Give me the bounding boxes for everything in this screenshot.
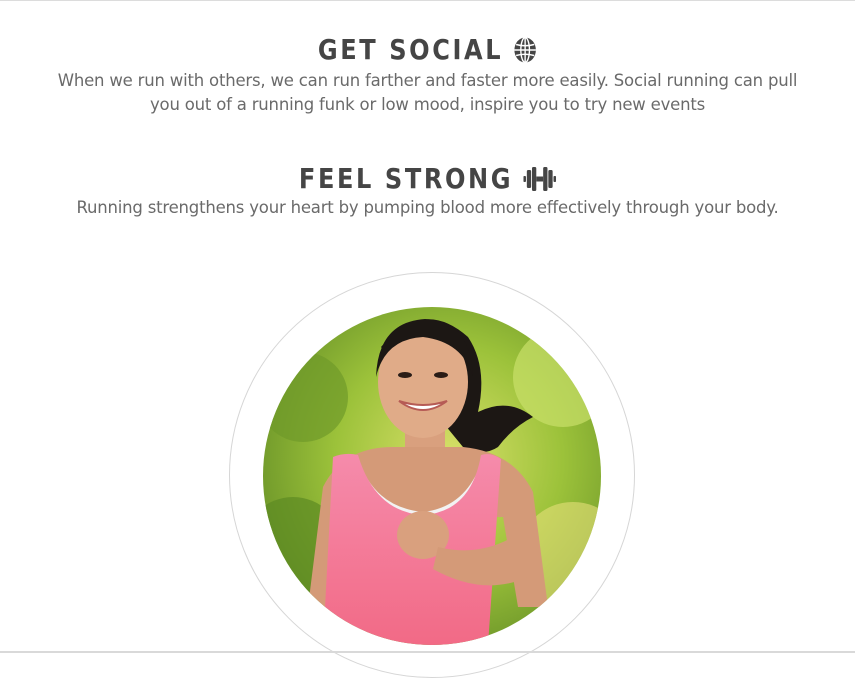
get-social-heading: GET SOCIAL [318,33,538,67]
get-social-title: GET SOCIAL [317,33,503,66]
runner-photo [263,307,601,645]
get-social-section: GET SOCIAL When we run with others, we c… [0,33,855,117]
top-divider [0,0,855,1]
feel-strong-section: FEEL STRONG Running strengthens your hea… [0,162,855,220]
feel-strong-heading: FEEL STRONG [298,162,557,196]
get-social-text: When we run with others, we can run fart… [57,71,798,114]
feel-strong-title: FEEL STRONG [298,162,514,195]
feel-strong-text: Running strengthens your heart by pumpin… [76,198,779,217]
globe-icon [513,36,537,64]
dumbbell-icon [523,166,557,192]
